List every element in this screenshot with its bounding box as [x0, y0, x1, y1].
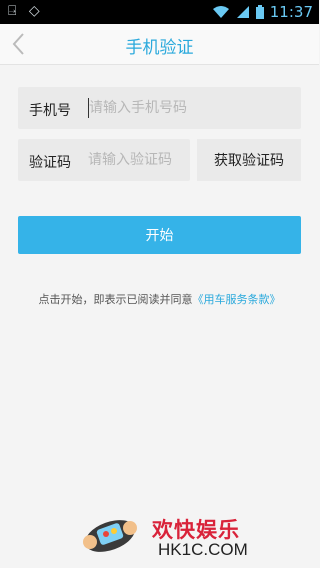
- phone-input[interactable]: [88, 98, 289, 118]
- agreement-text: 点击开始，即表示已阅读并同意《用车服务条款》: [0, 291, 319, 307]
- get-code-button[interactable]: 获取验证码: [197, 139, 301, 181]
- watermark-en: HK1C.COM: [158, 540, 248, 559]
- battery-icon: [255, 5, 264, 19]
- wifi-icon: [212, 6, 229, 18]
- agreement-prefix: 点击开始，即表示已阅读并同意: [38, 293, 193, 306]
- phone-label: 手机号: [29, 103, 71, 119]
- watermark: 欢快娱乐 HK1C.COM: [80, 508, 260, 564]
- usb-icon: ⍈: [8, 3, 17, 19]
- notification-icons: ⍈ ◇: [8, 3, 40, 19]
- code-input[interactable]: [88, 150, 186, 170]
- code-field[interactable]: 验证码: [18, 139, 190, 181]
- system-icons: 11:37: [212, 3, 313, 21]
- title-bar: 手机验证: [0, 24, 319, 65]
- phone-field[interactable]: 手机号: [18, 87, 301, 129]
- gamepad-hand-icon: [83, 520, 137, 552]
- signal-icon: [236, 6, 249, 18]
- start-button[interactable]: 开始: [18, 216, 301, 254]
- terms-link[interactable]: 《用车服务条款》: [193, 293, 281, 306]
- code-label: 验证码: [29, 155, 71, 171]
- clock: 11:37: [269, 3, 313, 21]
- settings-icon: ◇: [28, 3, 40, 19]
- page-title: 手机验证: [125, 38, 194, 58]
- status-bar: ⍈ ◇ 11:37: [0, 0, 319, 24]
